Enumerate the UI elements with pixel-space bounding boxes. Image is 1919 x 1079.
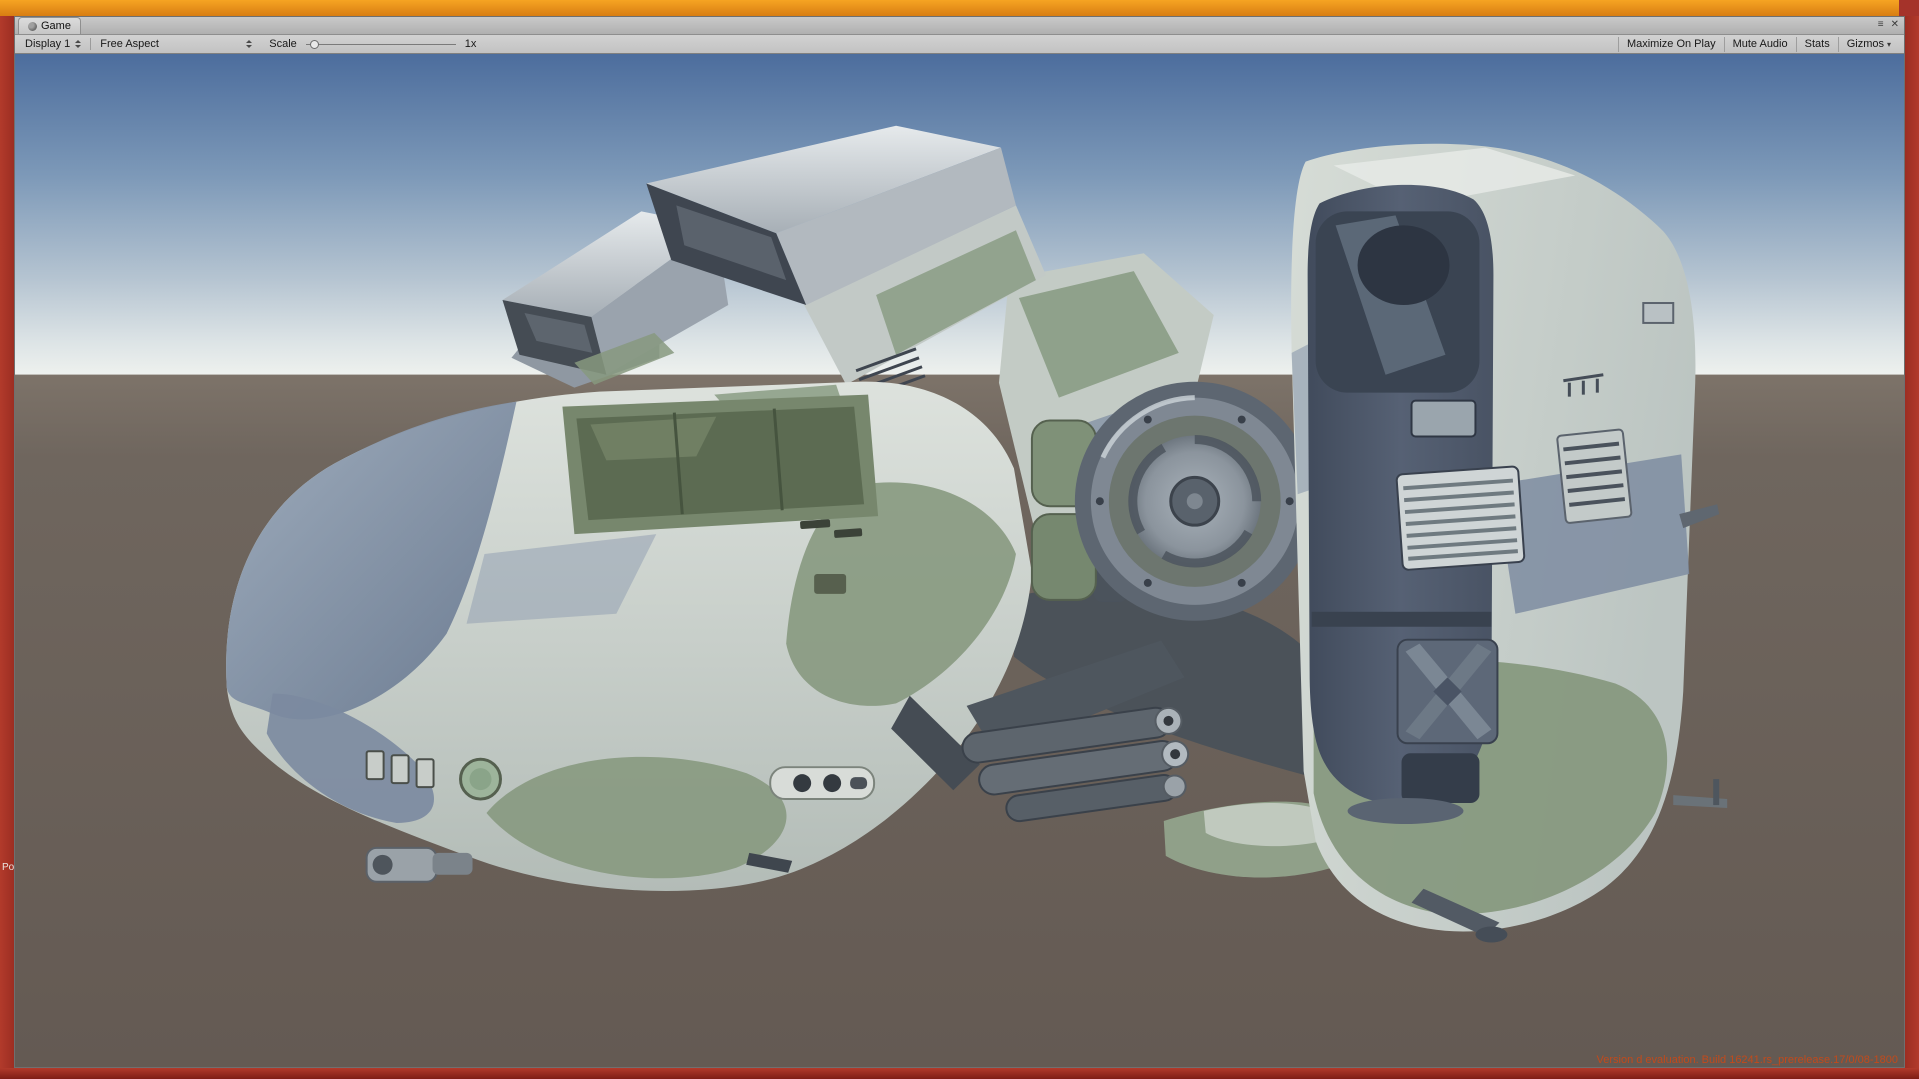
cockpit-canopy	[562, 394, 879, 535]
x-panel	[1396, 638, 1499, 745]
chevron-down-icon: ▾	[1886, 39, 1891, 49]
edge-label: Po	[2, 862, 15, 873]
frame-top-border	[0, 0, 1919, 16]
stats-button[interactable]: Stats	[1795, 36, 1838, 52]
gizmos-button[interactable]: Gizmos ▾	[1837, 36, 1899, 52]
game-panel: Game ≡ ✕ Display 1 Free Aspect Scale 1x …	[14, 16, 1905, 1068]
toolbar-separator	[90, 38, 92, 50]
frame-bottom-border	[0, 1068, 1919, 1079]
frame-right-border	[1905, 0, 1919, 1079]
display-dropdown-label: Display 1	[25, 38, 71, 50]
scale-label: Scale	[269, 38, 297, 50]
scale-value: 1x	[464, 38, 477, 50]
game-tab-bar: Game ≡ ✕	[15, 17, 1904, 35]
scene-render	[15, 54, 1904, 1067]
frame-corner	[1899, 0, 1919, 16]
scale-slider-knob[interactable]	[309, 40, 319, 49]
aspect-dropdown[interactable]: Free Aspect	[95, 36, 257, 52]
dropdown-arrows-icon	[246, 40, 253, 48]
panel-menu-icon[interactable]: ≡	[1878, 18, 1884, 32]
evaluation-watermark: Version d evaluation. Build 16241.rs_pre…	[1596, 1054, 1899, 1066]
maximize-on-play-button[interactable]: Maximize On Play	[1617, 36, 1724, 52]
game-tab-icon	[28, 21, 37, 31]
panel-close-icon[interactable]: ✕	[1891, 18, 1899, 32]
outer-louver	[1556, 428, 1633, 524]
display-dropdown[interactable]: Display 1	[20, 36, 86, 52]
frame-left-border	[0, 0, 14, 1079]
tab-game[interactable]: Game	[18, 17, 81, 34]
mute-audio-button[interactable]: Mute Audio	[1723, 36, 1796, 52]
game-toolbar: Display 1 Free Aspect Scale 1x Maximize …	[15, 35, 1904, 54]
ribbed-vent-panel	[1395, 465, 1526, 571]
game-viewport[interactable]: Version d evaluation. Build 16241.rs_pre…	[15, 54, 1904, 1067]
tab-game-label: Game	[41, 20, 71, 32]
scale-slider[interactable]	[305, 37, 456, 51]
dropdown-arrows-icon	[75, 40, 82, 48]
aspect-dropdown-label: Free Aspect	[100, 38, 159, 50]
